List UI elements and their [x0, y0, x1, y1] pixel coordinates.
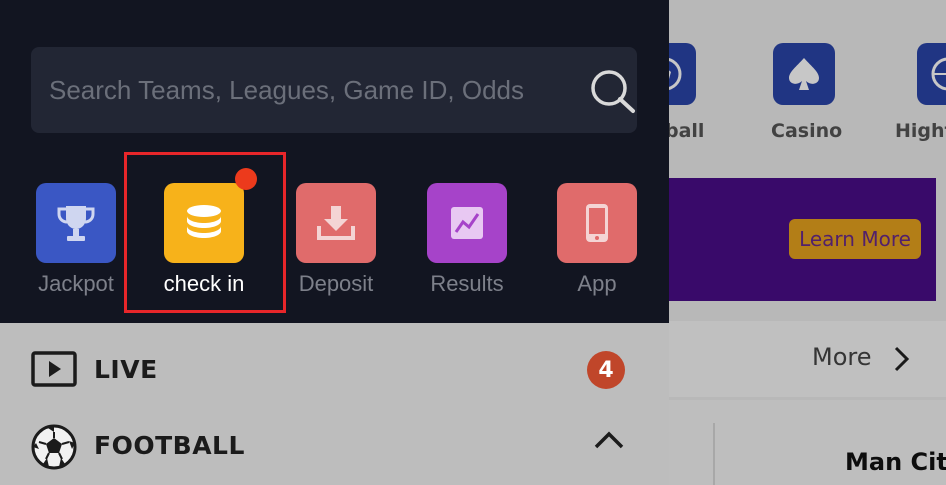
soccer-ball-icon [31, 424, 77, 470]
quick-action-app[interactable]: App [557, 183, 637, 296]
search-icon[interactable] [587, 67, 639, 115]
quick-action-label: Deposit [298, 271, 374, 296]
drawer-header: Jackpot check in Deposit [0, 0, 669, 323]
play-icon [31, 351, 77, 387]
quick-action-label: Jackpot [38, 271, 114, 296]
menu-item-label: LIVE [94, 355, 158, 384]
phone-icon [586, 204, 608, 242]
quick-action-deposit[interactable]: Deposit [296, 183, 376, 296]
menu-item-football[interactable]: FOOTBALL [0, 407, 669, 483]
quick-action-results[interactable]: Results [427, 183, 507, 296]
menu-item-label: FOOTBALL [94, 431, 245, 460]
drawer-menu: LIVE FOOTBALL [0, 323, 669, 485]
quick-action-label: Results [430, 271, 504, 296]
search-bar[interactable] [31, 47, 637, 133]
side-drawer: Jackpot check in Deposit [0, 0, 669, 485]
quick-action-jackpot[interactable]: Jackpot [36, 183, 116, 296]
trophy-icon [57, 206, 95, 241]
chart-icon [451, 207, 483, 239]
menu-item-live[interactable]: LIVE [0, 331, 669, 407]
download-icon [317, 206, 355, 240]
live-count-badge: 4 [587, 351, 625, 389]
highlight-frame [124, 152, 286, 313]
notification-dot [235, 168, 257, 190]
search-input[interactable] [49, 69, 549, 111]
chevron-up-icon[interactable] [592, 428, 626, 452]
quick-action-label: App [577, 271, 617, 296]
